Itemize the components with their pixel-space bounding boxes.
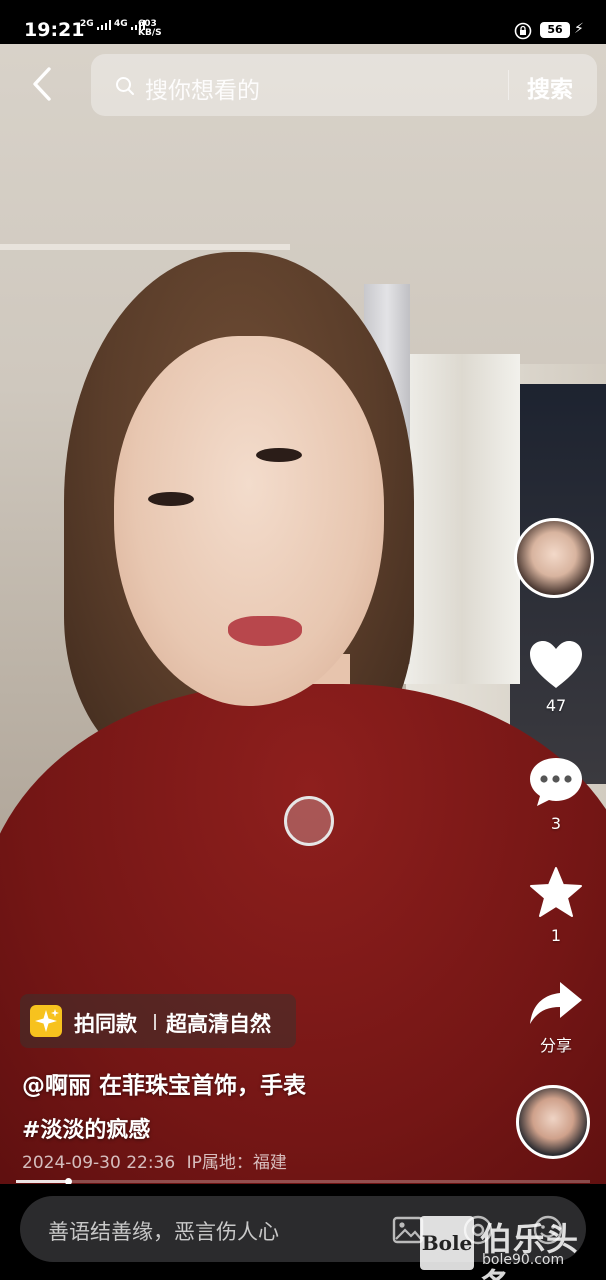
signal-indicator: 2G 4G	[80, 20, 145, 30]
comment-button[interactable]: 3	[516, 756, 596, 833]
back-button[interactable]	[20, 60, 64, 108]
person-eye-left	[148, 492, 194, 506]
like-count: 47	[545, 696, 567, 715]
watermark-title: 伯乐头条	[480, 1220, 580, 1280]
charging-icon: ⚡	[574, 21, 584, 37]
watermark-url: bole90.com	[482, 1252, 565, 1268]
watermark-logo: Bole	[420, 1216, 474, 1270]
battery-icon: 56	[540, 22, 570, 38]
template-chip-tag: 超高清自然	[166, 1012, 271, 1036]
comment-placeholder: 善语结善缘，恶言伤人心	[48, 1220, 279, 1244]
search-divider	[508, 70, 509, 100]
search-box[interactable]: 搜你想看的 搜索	[91, 54, 597, 116]
necklace-pendant	[284, 796, 334, 846]
author-avatar[interactable]	[514, 518, 594, 598]
template-chip-divider	[154, 1014, 156, 1030]
site-watermark: Bole 伯乐头条 bole90.com	[420, 1210, 606, 1280]
net-speed: 603 KB/S	[138, 20, 162, 38]
post-meta: 2024-09-30 22:36 IP属地：福建	[22, 1148, 287, 1173]
post-caption[interactable]: @啊丽 在菲珠宝首饰，手表	[22, 1066, 306, 1100]
template-chip-label: 拍同款	[74, 1012, 137, 1036]
comment-bubble-icon	[530, 758, 582, 806]
search-icon	[116, 77, 134, 95]
post-datetime: 2024-09-30 22:36	[22, 1153, 176, 1173]
net-speed-unit: KB/S	[138, 28, 162, 38]
like-button[interactable]: 47	[516, 640, 596, 715]
status-bar: 19:21 2G 4G 603 KB/S 56 ⚡	[0, 0, 606, 44]
share-button[interactable]: 分享	[516, 980, 596, 1056]
signal-bars-icon	[96, 20, 111, 30]
person-face	[114, 336, 384, 706]
favorite-count: 1	[550, 926, 562, 945]
share-label: 分享	[539, 1036, 572, 1055]
back-arrow-icon	[33, 67, 51, 101]
network-left: 2G	[80, 19, 94, 29]
person-lips	[228, 616, 302, 646]
comment-count: 3	[550, 814, 562, 833]
video-progress-fill	[16, 1180, 68, 1183]
sparkle-icon	[30, 1005, 62, 1037]
person-eye-right	[256, 448, 302, 462]
search-input[interactable]: 搜你想看的	[145, 71, 260, 105]
status-time: 19:21	[24, 19, 85, 41]
post-hashtag[interactable]: #淡淡的疯感	[22, 1112, 150, 1144]
star-icon	[530, 867, 582, 917]
background-molding	[0, 244, 290, 250]
network-right: 4G	[113, 19, 128, 29]
share-arrow-icon	[530, 982, 582, 1024]
favorite-button[interactable]: 1	[516, 866, 596, 945]
background-curtain	[404, 354, 520, 684]
heart-icon	[530, 641, 582, 688]
search-button[interactable]: 搜索	[527, 70, 573, 104]
video-progress-bar[interactable]	[16, 1178, 590, 1185]
post-location: IP属地：福建	[186, 1153, 287, 1173]
shoot-same-template-chip[interactable]: 拍同款 超高清自然	[20, 994, 296, 1048]
music-disc[interactable]	[516, 1085, 590, 1159]
rotation-lock-icon	[514, 22, 532, 40]
top-bar: 搜你想看的 搜索	[0, 44, 606, 128]
